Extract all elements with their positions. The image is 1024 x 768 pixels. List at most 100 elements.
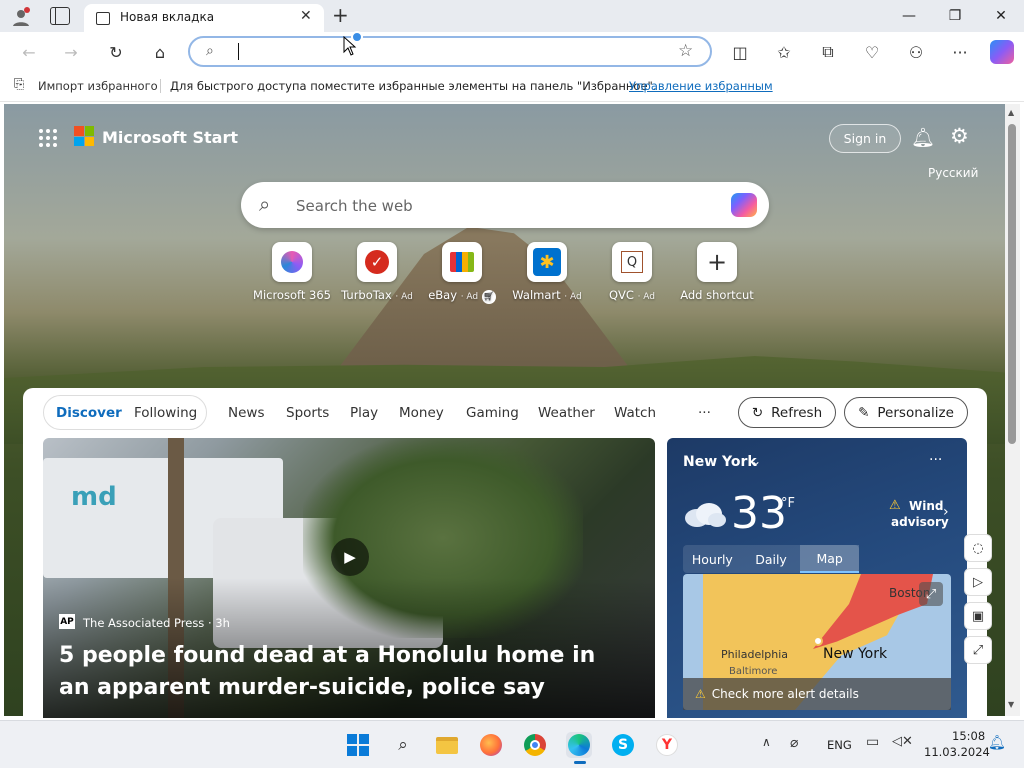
favorite-star-icon[interactable]: ☆ [678,41,693,61]
import-favorites-link[interactable]: Импорт избранного [38,79,158,93]
volume-muted-icon[interactable]: ◁✕ [892,734,913,749]
shortcut-microsoft-365[interactable]: Microsoft 365 [247,242,337,302]
scrollbar-thumb[interactable] [1008,124,1016,444]
play-video-icon[interactable]: ▶ [331,538,369,576]
scroll-down-arrow-icon[interactable]: ▼ [1008,700,1014,709]
nav-sports[interactable]: Sports [286,405,329,421]
video-play-icon[interactable]: ▷ [964,568,992,596]
notifications-bell-icon[interactable]: 🔔︎ [911,126,935,149]
weather-card[interactable]: New York ⌄ ··· 33 °F ⚠ Wind advisory › H… [667,438,967,718]
address-bar[interactable]: ⌕ ☆ [188,36,712,67]
nav-gaming[interactable]: Gaming [466,405,519,421]
copilot-icon[interactable] [990,40,1014,64]
app-launcher-icon[interactable] [38,128,58,148]
weather-location[interactable]: New York [683,454,757,470]
tab-new-tab[interactable]: Новая вкладка ✕ [84,4,324,32]
close-tab-icon[interactable]: ✕ [300,8,312,24]
page-scrollbar[interactable]: ▲ ▼ [1005,104,1020,716]
yandex-browser-icon[interactable]: Y [654,732,680,758]
search-icon[interactable]: ⌕ [390,732,416,758]
display-icon[interactable]: ▭ [866,734,879,750]
alert-subtitle[interactable]: advisory [891,515,949,529]
edge-icon[interactable] [566,732,592,758]
skype-icon[interactable]: S [610,732,636,758]
weather-more-icon[interactable]: ··· [929,452,942,468]
image-icon[interactable]: ▣ [964,602,992,630]
home-icon[interactable]: ⌂ [149,41,171,63]
tab-following[interactable]: Following [134,405,197,421]
personalize-label: Personalize [877,404,954,421]
refresh-icon[interactable]: ↻ [105,41,127,63]
clock-time[interactable]: 15:08 [952,729,985,743]
shortcut-label: Add shortcut [680,288,754,302]
weather-tabs: Hourly Daily Map [683,545,860,573]
chevron-down-icon[interactable]: ⌄ [751,454,761,468]
alert-title[interactable]: Wind [909,499,943,513]
extensions-icon[interactable]: ⚇ [905,41,927,63]
more-options-icon[interactable]: ··· [949,41,971,63]
shortcut-walmart[interactable]: ✱ Walmart · Ad [502,242,592,302]
copilot-icon[interactable] [731,193,757,217]
chevron-right-icon[interactable]: › [943,504,949,520]
minimize-button[interactable]: — [886,0,932,32]
temperature-value: 33 [731,488,787,539]
network-icon[interactable]: ⌀ [790,735,798,751]
chrome-icon[interactable] [522,732,548,758]
theme-palette-icon[interactable]: ◌ [964,534,992,562]
tab-map[interactable]: Map [800,545,860,573]
nav-play[interactable]: Play [350,405,378,421]
profile-icon[interactable] [10,6,32,28]
nav-weather[interactable]: Weather [538,405,595,421]
shortcut-turbotax[interactable]: ✓ TurboTax · Ad [332,242,422,302]
qvc-icon: Q [612,242,652,282]
split-screen-icon[interactable]: ◫ [729,41,751,63]
notification-bell-icon[interactable]: 🔔︎ [988,735,1006,751]
hero-article-card[interactable]: md ▶ AP The Associated Press · 3h 5 peop… [43,438,655,718]
nav-news[interactable]: News [228,405,264,421]
tab-hourly[interactable]: Hourly [683,545,742,573]
clock-date[interactable]: 11.03.2024 [924,745,990,759]
expand-map-icon[interactable]: ⤢ [919,582,943,606]
windows-start-icon[interactable] [345,732,371,758]
close-window-button[interactable]: ✕ [978,0,1024,32]
divider [160,79,161,93]
nav-watch[interactable]: Watch [614,405,656,421]
alert-details-bar[interactable]: ⚠ Check more alert details [683,678,951,710]
web-search-box[interactable]: ⌕ Search the web [241,182,769,228]
collections-icon[interactable]: ⧉ [817,41,839,63]
expand-icon[interactable]: ⤢ [964,636,992,664]
warning-icon: ⚠ [695,687,706,701]
shortcut-add[interactable]: + Add shortcut [672,242,762,302]
shortcut-qvc[interactable]: Q QVC · Ad [587,242,677,302]
scroll-up-arrow-icon[interactable]: ▲ [1008,108,1014,117]
manage-favorites-link[interactable]: Управление избранным [629,79,773,93]
brand-title[interactable]: Microsoft Start [102,128,238,147]
personalize-button[interactable]: ✎ Personalize [844,397,968,428]
tab-discover[interactable]: Discover [56,405,122,421]
chevron-up-icon[interactable]: ∧ [762,735,771,749]
tab-actions-icon[interactable] [50,7,70,25]
language-selector[interactable]: Русский [928,166,978,180]
address-input[interactable] [240,41,660,61]
settings-gear-icon[interactable]: ⚙ [950,124,969,148]
sign-in-button[interactable]: Sign in [829,124,901,153]
nav-money[interactable]: Money [399,405,444,421]
back-icon[interactable]: ← [18,41,40,63]
import-favorites-icon[interactable]: ⎘ [14,77,24,92]
refresh-feed-button[interactable]: ↻ Refresh [738,397,836,428]
firefox-icon[interactable] [478,732,504,758]
input-language[interactable]: ENG [827,738,852,752]
browser-essentials-icon[interactable]: ♡ [861,41,883,63]
tab-daily[interactable]: Daily [742,545,801,573]
shortcut-ebay[interactable]: eBay · Ad 🛒︎ [417,242,507,304]
file-explorer-icon[interactable] [434,732,460,758]
favorites-icon[interactable]: ✩ [773,41,795,63]
restore-button[interactable]: ❐ [932,0,978,32]
shopping-cart-icon: 🛒︎ [481,290,496,304]
nav-more-icon[interactable]: ··· [698,405,711,421]
forward-icon[interactable]: → [60,41,82,63]
new-tab-button[interactable]: + [332,3,349,27]
article-headline[interactable]: 5 people found dead at a Honolulu home i… [59,640,619,704]
temperature-unit[interactable]: °F [781,496,795,511]
warning-icon: ⚠ [889,498,901,513]
